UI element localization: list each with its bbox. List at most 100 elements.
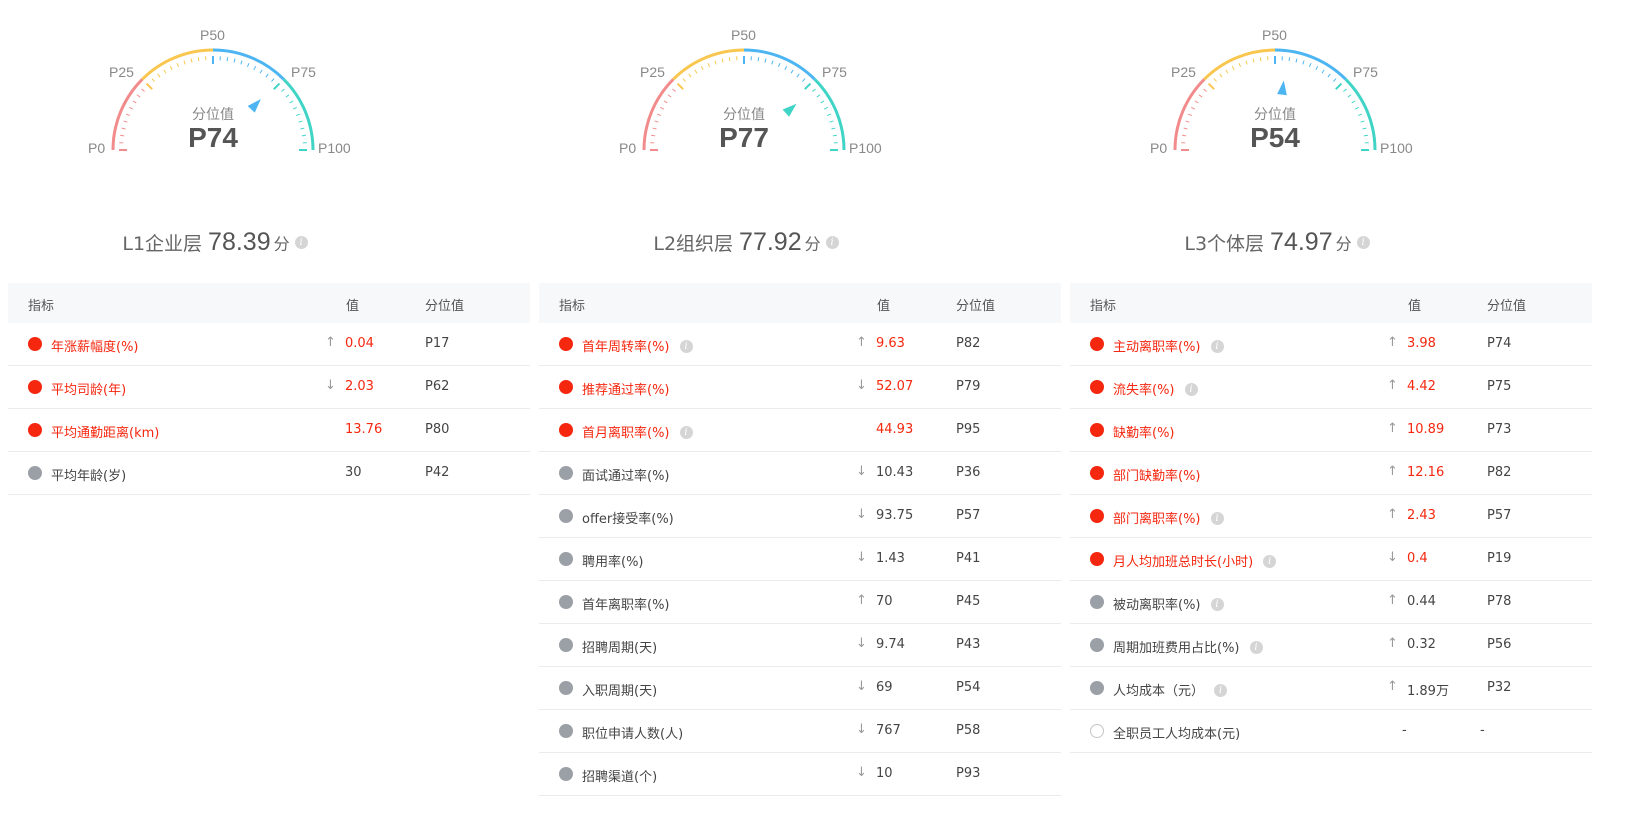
- info-icon[interactable]: i: [1210, 598, 1224, 611]
- header-indicator: 指标: [28, 299, 55, 314]
- indicator-value: 4.42: [1407, 379, 1436, 394]
- gauge-tick: [1198, 94, 1203, 98]
- indicator-name: 部门离职率(%) i: [1113, 508, 1224, 527]
- indicator-value: 9.74: [876, 637, 905, 652]
- gauge-tick: [1335, 82, 1343, 90]
- indicator-percentile: P56: [1487, 637, 1512, 652]
- table-row[interactable]: 推荐通过率(%) ↓ 52.07 P79: [539, 366, 1061, 409]
- table-row[interactable]: 流失率(%) i ↑ 4.42 P75: [1070, 366, 1592, 409]
- table-row[interactable]: 平均年龄(岁) 30 P42: [8, 452, 530, 495]
- gauge-tick-label: P50: [200, 27, 225, 43]
- table-row[interactable]: 首年离职率(%) ↑ 70 P45: [539, 581, 1061, 624]
- header-value: 值: [1408, 299, 1422, 314]
- table-row[interactable]: 被动离职率(%) i ↑ 0.44 P78: [1070, 581, 1592, 624]
- header-percentile: 分位值: [425, 299, 465, 314]
- table-row[interactable]: 月人均加班总时长(小时) i ↓ 0.4 P19: [1070, 538, 1592, 581]
- gauge-tick: [812, 88, 816, 92]
- table-header: 指标 值 分位值: [8, 283, 530, 323]
- table-row[interactable]: 主动离职率(%) i ↑ 3.98 P74: [1070, 323, 1592, 366]
- table-row[interactable]: 首年周转率(%) i ↑ 9.63 P82: [539, 323, 1061, 366]
- info-icon[interactable]: i: [679, 426, 693, 439]
- layer-score: L3个体层 74.97 分 i: [927, 228, 1627, 257]
- gauge-tick: [728, 57, 731, 62]
- indicator-value: 30: [345, 465, 362, 480]
- info-icon[interactable]: i: [1210, 512, 1224, 525]
- table-row[interactable]: 人均成本（元） i ↑ 1.89万 P32: [1070, 667, 1592, 710]
- header-indicator: 指标: [559, 299, 586, 314]
- gauge-value: P54: [1250, 122, 1300, 153]
- layer-name: L3个体层: [1184, 233, 1265, 255]
- info-icon[interactable]: i: [1184, 383, 1198, 396]
- info-icon[interactable]: i: [1249, 641, 1263, 654]
- gauge-tick: [688, 73, 692, 78]
- indicator-value: 52.07: [876, 379, 914, 394]
- info-icon[interactable]: i: [1356, 236, 1370, 249]
- gauge-tick: [157, 73, 161, 78]
- indicator-percentile: P41: [956, 551, 981, 566]
- arrow-up-icon: ↑: [1387, 464, 1398, 479]
- indicator-name: 月人均加班总时长(小时) i: [1113, 551, 1277, 570]
- table-row[interactable]: 聘用率(%) ↓ 1.43 P41: [539, 538, 1061, 581]
- gauge-tick: [271, 78, 275, 82]
- indicator-percentile: P93: [956, 766, 981, 781]
- gauge-tick: [1231, 66, 1235, 71]
- percentile-gauge: P0 P25 P50 P75 P100 分位值 P54: [1070, 0, 1592, 200]
- indicator-percentile: P82: [1487, 465, 1512, 480]
- gauge-tick: [176, 62, 180, 68]
- status-dot: [28, 423, 42, 437]
- info-icon[interactable]: i: [294, 236, 308, 249]
- gauge-tick: [694, 69, 698, 74]
- table-row[interactable]: 平均司龄(年) ↓ 2.03 P62: [8, 366, 530, 409]
- gauge-tick: [1347, 94, 1352, 98]
- indicator-percentile: P73: [1487, 422, 1512, 437]
- gauge-tick: [1245, 60, 1248, 65]
- table-row[interactable]: 面试通过率(%) ↓ 10.43 P36: [539, 452, 1061, 495]
- gauge-tick: [197, 57, 200, 62]
- gauge-tick: [141, 88, 145, 92]
- table-row[interactable]: 部门离职率(%) i ↑ 2.43 P57: [1070, 495, 1592, 538]
- gauge-tick: [240, 60, 243, 65]
- table-header: 指标 值 分位值: [1070, 283, 1592, 323]
- table-row[interactable]: 缺勤率(%) ↑ 10.89 P73: [1070, 409, 1592, 452]
- table-row[interactable]: 周期加班费用占比(%) i ↑ 0.32 P56: [1070, 624, 1592, 667]
- indicator-percentile: P19: [1487, 551, 1512, 566]
- indicator-label: 被动离职率(%): [1113, 598, 1201, 613]
- indicator-value: 44.93: [876, 422, 914, 437]
- table-row[interactable]: 全职员工人均成本(元) - -: [1070, 710, 1592, 753]
- table-row[interactable]: 首月离职率(%) i 44.93 P95: [539, 409, 1061, 452]
- indicator-value: 12.16: [1407, 465, 1445, 480]
- gauge-tick: [667, 94, 672, 98]
- info-icon[interactable]: i: [1214, 684, 1228, 697]
- gauge-tick: [804, 82, 812, 90]
- table-row[interactable]: 职位申请人数(人) ↓ 767 P58: [539, 710, 1061, 753]
- table-row[interactable]: 平均通勤距离(km) 13.76 P80: [8, 409, 530, 452]
- table-row[interactable]: offer接受率(%) ↓ 93.75 P57: [539, 495, 1061, 538]
- info-icon[interactable]: i: [1210, 340, 1224, 353]
- gauge-tick-label: P25: [1171, 64, 1196, 80]
- header-value: 值: [877, 299, 891, 314]
- gauge-tick: [1327, 73, 1331, 78]
- gauge-tick: [1308, 62, 1312, 68]
- gauge-arc: [642, 48, 846, 151]
- table-row[interactable]: 入职周期(天) ↓ 69 P54: [539, 667, 1061, 710]
- indicator-label: 周期加班费用占比(%): [1113, 641, 1240, 656]
- table-row[interactable]: 招聘渠道(个) ↓ 10 P93: [539, 753, 1061, 796]
- indicator-name: 流失率(%) i: [1113, 379, 1198, 398]
- indicator-name: 平均通勤距离(km): [51, 422, 159, 441]
- gauge-arc: [111, 48, 315, 151]
- indicator-value: 2.03: [345, 379, 374, 394]
- table-row[interactable]: 部门缺勤率(%) ↑ 12.16 P82: [1070, 452, 1592, 495]
- status-dot: [559, 595, 573, 609]
- info-icon[interactable]: i: [825, 236, 839, 249]
- table-row[interactable]: 招聘周期(天) ↓ 9.74 P43: [539, 624, 1061, 667]
- gauge-tick: [163, 69, 167, 74]
- gauge-tick-label: P50: [1262, 27, 1287, 43]
- indicator-value: 10: [876, 766, 893, 781]
- indicator-percentile: -: [1480, 723, 1485, 738]
- table-row[interactable]: 年涨薪幅度(%) ↑ 0.04 P17: [8, 323, 530, 366]
- info-icon[interactable]: i: [1263, 555, 1277, 568]
- arrow-down-icon: ↓: [856, 464, 867, 479]
- gauge-pointer: [1277, 80, 1287, 96]
- header-percentile: 分位值: [956, 299, 996, 314]
- info-icon[interactable]: i: [679, 340, 693, 353]
